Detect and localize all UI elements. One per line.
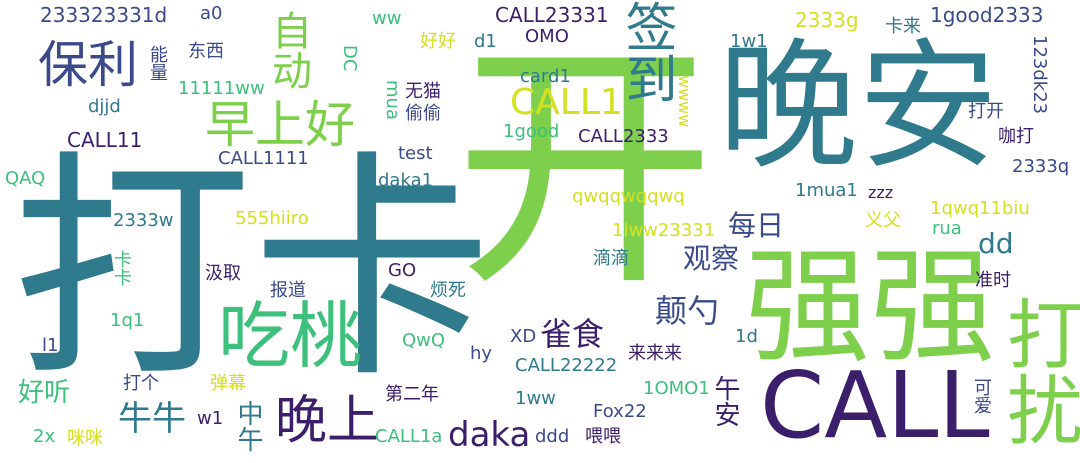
word-call11: CALL11 (67, 128, 143, 152)
word-w1: w1 (197, 408, 224, 429)
word-dierian: 第二年 (385, 384, 439, 405)
word-zhunshi: 准时 (975, 270, 1011, 291)
word-omo: OMO (525, 26, 569, 47)
word-2333g: 2333g (795, 8, 859, 32)
word-zidong: 自动 (265, 10, 311, 90)
word-yifu: 义父 (865, 210, 901, 231)
word-wwww: wwww (675, 75, 694, 128)
word-l1: l1 (42, 335, 59, 356)
word-fox22: Fox22 (593, 401, 647, 422)
word-dianshao: 颠勺 (655, 292, 720, 330)
word-zhongwu: 中午 (233, 400, 263, 452)
word-call22222: CALL22222 (515, 355, 618, 376)
word-1d: 1d (735, 326, 758, 347)
word-haohao: 好好 (420, 31, 456, 52)
word-cloud: 打卡 开 晚安 强强 CALL 打扰 吃桃 晚上 早上好 保利 签到 自动 CA… (0, 0, 1080, 463)
word-123dk23: 123dk23 (1029, 35, 1050, 115)
word-qwq: QwQ (402, 330, 446, 351)
word-djjd: djjd (88, 96, 121, 117)
word-card1: card1 (520, 66, 571, 87)
word-call23331: CALL23331 (495, 3, 609, 27)
word-wanan: 晚安 (718, 26, 999, 189)
word-call: CALL (760, 352, 990, 459)
word-toutou: 偷偷 (405, 103, 441, 124)
word-weiwei: 喂喂 (585, 426, 621, 447)
word-dd: dd (978, 227, 1014, 260)
word-2333w: 2333w (113, 210, 174, 231)
word-laililai: 来来来 (628, 343, 682, 364)
word-ww: ww (372, 8, 402, 29)
word-zzz: zzz (868, 183, 894, 202)
word-rua: rua (932, 218, 962, 239)
word-1mua1: 1mua1 (795, 180, 858, 201)
word-daka: daka (448, 415, 531, 455)
word-dakai: 打开 (968, 101, 1004, 122)
word-jiqu: 汲取 (205, 263, 241, 284)
word-guancha: 观察 (683, 242, 740, 275)
word-call1111: CALL1111 (218, 148, 309, 169)
word-2333q: 2333q (1012, 156, 1070, 177)
word-test: test (398, 143, 433, 164)
word-qaq: QAQ (5, 168, 46, 189)
word-1omo1: 1OMO1 (643, 378, 710, 399)
word-danmu: 弹幕 (210, 373, 246, 394)
word-d1: d1 (474, 31, 497, 52)
word-haoting: 好听 (18, 378, 71, 408)
word-baodao: 报道 (270, 280, 306, 301)
word-mua: mua (382, 80, 403, 120)
word-baoli: 保利 (38, 36, 138, 94)
word-keai: 可爱 (971, 378, 992, 414)
word-1lww23331: 1lww23331 (612, 220, 716, 241)
word-nengliang: 能量 (147, 45, 168, 81)
word-wuan: 午安 (710, 375, 740, 427)
word-kada: 咖打 (998, 126, 1034, 147)
word-1qwq11biu: 1qwq11biu (930, 198, 1030, 219)
word-kaka: 卡卡 (111, 250, 132, 286)
word-555hiiro: 555hiiro (235, 208, 309, 229)
word-1q1: 1q1 (110, 310, 145, 331)
word-a0: a0 (200, 3, 223, 24)
word-go: GO (388, 260, 417, 281)
word-ddd: ddd (535, 426, 570, 447)
word-1good: 1good (503, 121, 560, 142)
word-wumao: 无猫 (405, 81, 441, 102)
word-queshi: 雀食 (540, 315, 605, 353)
word-darao: 打扰 (994, 295, 1080, 447)
word-call1: CALL1 (510, 82, 623, 123)
word-daka1: daka1 (378, 170, 434, 191)
word-xd: XD (510, 326, 537, 347)
word-wanshang: 晚上 (275, 391, 380, 451)
word-niuniu: 牛牛 (118, 399, 186, 439)
word-didi: 滴滴 (593, 248, 629, 269)
word-call1a: CALL1a (375, 426, 443, 447)
word-qiandao: 签到 (616, 0, 676, 104)
word-dongxi: 东西 (188, 41, 224, 62)
word-qwqqwqqwq: qwqqwqqwq (572, 186, 685, 207)
word-chitao: 吃桃 (218, 294, 363, 378)
word-dage: 打个 (123, 373, 159, 394)
word-1good2333: 1good2333 (930, 3, 1044, 27)
word-kalai: 卡来 (885, 16, 921, 37)
word-mimi: 咪咪 (67, 428, 103, 449)
word-zaoshanghao: 早上好 (205, 96, 355, 154)
word-233323331d: 233323331d (40, 3, 168, 27)
word-meiri: 每日 (728, 209, 785, 242)
word-fansi: 烦死 (430, 280, 466, 301)
word-1w1: 1w1 (730, 31, 768, 52)
word-call2333: CALL2333 (578, 126, 669, 147)
word-2x: 2x (33, 426, 56, 447)
word-11111ww: 11111ww (178, 78, 265, 99)
word-hy: hy (470, 343, 493, 364)
word-dc: DC (339, 45, 360, 72)
word-1ww: 1ww (515, 388, 556, 409)
